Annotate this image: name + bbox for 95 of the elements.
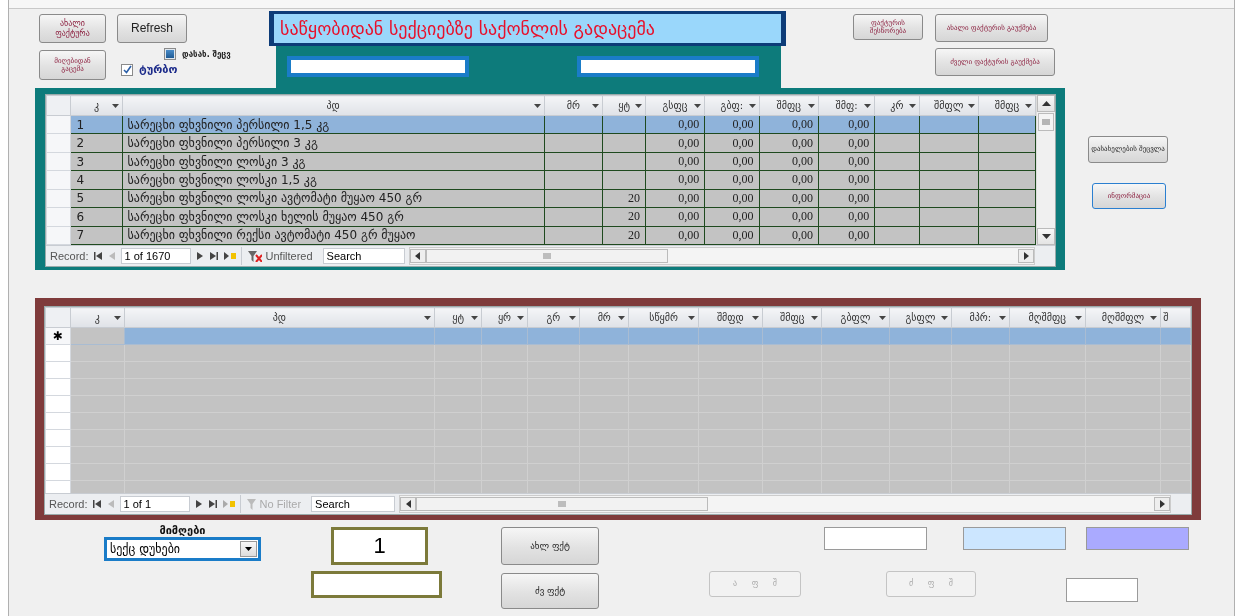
column-header[interactable]: შმფ: [818, 95, 875, 116]
column-header[interactable]: მრ [544, 95, 603, 116]
first-record-icon[interactable] [92, 251, 103, 261]
search-field[interactable]: Search [311, 496, 396, 512]
color-field[interactable] [963, 527, 1066, 550]
form-title: საწყობიდან სექციებზე საქონლის გადაცემა [274, 14, 781, 43]
dropdown-arrow-icon [967, 103, 975, 108]
dropdown-arrow-icon [1074, 315, 1082, 320]
dropdown-arrow-icon [592, 103, 600, 108]
new-record-icon[interactable] [222, 251, 237, 261]
dropdown-arrow-icon [752, 315, 759, 320]
dropdown-arrow-icon [618, 315, 626, 320]
input-field[interactable] [1066, 578, 1138, 602]
column-header[interactable]: კ [70, 307, 125, 328]
dropdown-arrow-icon [811, 315, 819, 320]
column-header[interactable]: შმფც [762, 307, 822, 328]
dropdown-arrow-icon [423, 315, 431, 320]
column-header[interactable]: ყრ [481, 307, 528, 328]
refresh-button[interactable]: Refresh [117, 14, 187, 43]
dropdown-arrow-icon [908, 103, 916, 108]
last-record-icon[interactable] [207, 499, 218, 509]
column-header[interactable]: მრ [579, 307, 629, 328]
column-header[interactable]: მპრ: [951, 307, 1010, 328]
column-header[interactable]: გრ [527, 307, 580, 328]
filter-button[interactable]: Unfiltered [240, 247, 319, 265]
dropdown-arrow-icon [113, 315, 121, 320]
column-header[interactable]: კრ [874, 95, 919, 116]
scroll-up-icon[interactable] [1037, 95, 1055, 112]
dropdown-arrow-icon [748, 103, 756, 108]
dropdown-arrow-icon [941, 315, 949, 320]
column-header[interactable]: ყტ [602, 95, 646, 116]
column-header[interactable]: ყტ [434, 307, 482, 328]
checkbox-label: ტურბო [139, 63, 178, 76]
column-header[interactable]: სწყმრ [628, 307, 699, 328]
record-label: Record: [50, 250, 89, 262]
input-field[interactable] [287, 56, 469, 78]
column-header[interactable]: გბფლ [821, 307, 890, 328]
dropdown-arrow-icon [111, 103, 119, 108]
column-header[interactable]: პდ [124, 307, 435, 328]
dropdown-arrow-icon [634, 103, 642, 108]
scroll-left-icon[interactable] [409, 249, 426, 263]
dropdown-arrow-icon [694, 103, 702, 108]
scrollbar-thumb[interactable] [416, 497, 709, 511]
dropdown-arrow-icon [998, 315, 1006, 320]
scroll-down-icon[interactable] [1037, 228, 1055, 245]
scrollbar-thumb[interactable] [1038, 113, 1054, 131]
dropdown-arrow-icon [1025, 103, 1033, 108]
column-header[interactable]: შ [1160, 307, 1191, 328]
scroll-right-icon[interactable] [1018, 249, 1034, 263]
dropdown-arrow-icon [1150, 315, 1158, 320]
column-header[interactable]: შმფც [978, 95, 1036, 116]
column-header[interactable]: გბფ: [704, 95, 760, 116]
checkbox-label: დასახ. შეცვ [182, 49, 231, 59]
record-label: Record: [49, 498, 88, 510]
color-field[interactable] [1086, 527, 1189, 550]
filter-icon [247, 250, 262, 262]
checkbox[interactable] [121, 63, 133, 76]
search-field[interactable]: Search [322, 248, 405, 264]
dropdown-arrow-icon [533, 103, 541, 108]
dropdown-arrow-icon [864, 103, 872, 108]
scroll-left-icon[interactable] [400, 497, 417, 511]
column-header[interactable]: შმფც [759, 95, 819, 116]
number-field[interactable]: 1 [331, 527, 428, 565]
last-record-icon[interactable] [208, 251, 219, 261]
first-record-icon[interactable] [91, 499, 102, 509]
recipient-label: მიმღები [159, 524, 206, 537]
column-header[interactable]: გსფლ [889, 307, 952, 328]
column-header[interactable]: შმფდ [698, 307, 763, 328]
color-field[interactable] [824, 527, 927, 550]
dropdown-arrow-icon [807, 103, 815, 108]
new-invoice-button[interactable]: ახალი ფაქტურა [39, 14, 106, 43]
filter-icon [246, 498, 256, 510]
checkbox[interactable] [164, 48, 176, 60]
old-invoice-short-button[interactable]: ძვ ფქტ [501, 573, 599, 609]
record-position-field[interactable]: 1 of 1 [119, 496, 190, 512]
column-header[interactable]: კ [70, 95, 123, 116]
next-record-icon[interactable] [193, 499, 204, 509]
input-field[interactable] [577, 56, 759, 78]
input-field[interactable] [311, 571, 442, 598]
scrollbar-thumb[interactable] [425, 249, 668, 263]
dropdown-arrow-icon [878, 315, 886, 320]
dropdown-arrow-icon [687, 315, 695, 320]
scroll-right-icon[interactable] [1154, 497, 1170, 511]
dropdown-arrow-icon [471, 315, 479, 320]
record-position-field[interactable]: 1 of 1670 [120, 248, 191, 264]
column-header[interactable]: მღშმფლ [1085, 307, 1161, 328]
recipient-dropdown[interactable]: სექც დუხები [104, 537, 261, 561]
column-header[interactable]: პდ [122, 95, 544, 116]
column-header[interactable]: მღშმფც [1009, 307, 1086, 328]
new-invoice-short-button[interactable]: ახლ ფქტ [501, 527, 599, 565]
dropdown-arrow-icon [516, 315, 524, 320]
column-header[interactable]: გსფც [645, 95, 705, 116]
next-record-icon[interactable] [194, 251, 205, 261]
column-header[interactable]: შმფლ [919, 95, 979, 116]
dropdown-arrow-icon [569, 315, 577, 320]
